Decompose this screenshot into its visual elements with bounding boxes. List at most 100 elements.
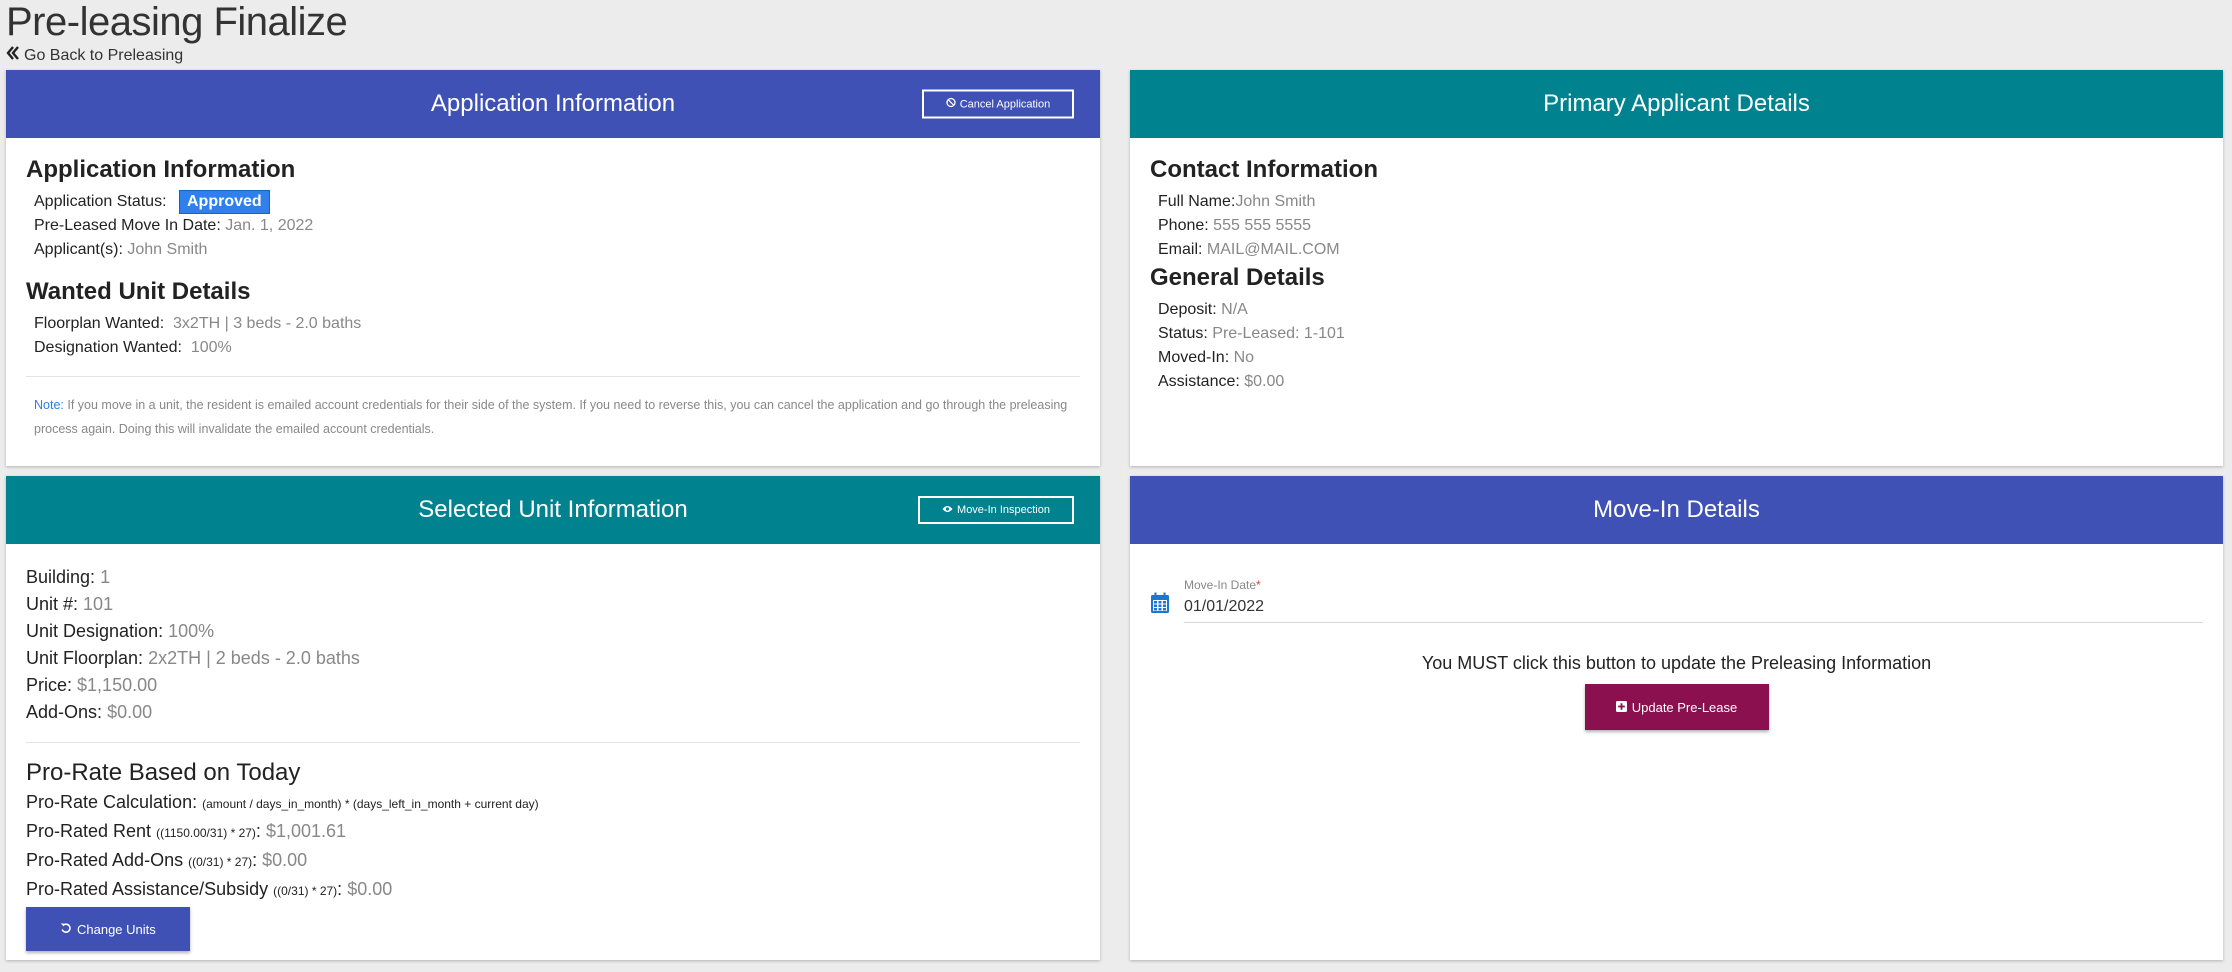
prorated-rent-value: $1,001.61 [265,821,347,841]
prorated-rent-formula: ((1150.00/31) * 27) [156,826,256,840]
unit-number-row: Unit #: 101 [26,591,1080,618]
movein-date-input[interactable] [1184,592,2203,616]
unit-card: Selected Unit Information Move-In Inspec… [6,476,1100,960]
applicants-label: Applicant(s): [34,241,123,258]
phone-value: 555 555 5555 [1213,217,1312,234]
deposit-row: Deposit: N/A [1150,298,2203,322]
prorated-addons-value: $0.00 [262,850,308,870]
prorated-rent-row: Pro-Rated Rent ((1150.00/31) * 27): $1,0… [26,821,347,841]
deposit-label: Deposit: [1158,301,1217,318]
deposit-value: N/A [1221,301,1248,318]
movein-card-title: Move-In Details [1593,496,1760,523]
required-marker: * [1256,578,1261,592]
applicants-value: John Smith [127,241,208,258]
wanted-unit-title: Wanted Unit Details [26,278,251,305]
prorated-rent-label: Pro-Rated Rent [26,821,152,841]
note: Note: If you move in a unit, the residen… [26,393,1080,441]
applicant-card-body: Contact Information Full Name:John Smith… [1130,138,2223,412]
assistance-label: Assistance: [1158,373,1240,390]
movedin-value: No [1233,349,1255,366]
movein-card: Move-In Details Move-In Date* 01/01/2022… [1130,476,2223,960]
prorated-assistance-label: Pro-Rated Assistance/Subsidy [26,879,269,899]
page-title: Pre-leasing Finalize [6,0,348,44]
update-pre-lease-button[interactable]: Update Pre-Lease [1584,684,1769,730]
back-link-label: Go Back to Preleasing [24,46,184,64]
applicant-card: Primary Applicant Details Contact Inform… [1130,70,2223,466]
application-card-title: Application Information [430,90,676,117]
update-button-wrap: Update Pre-Lease [1150,684,2203,730]
prorated-assistance-row: Pro-Rated Assistance/Subsidy ((0/31) * 2… [26,879,393,899]
general-details-title: General Details [1150,264,1325,291]
move-in-inspection-button[interactable]: Move-In Inspection [918,496,1074,524]
update-instruction: You MUST click this button to update the… [1421,653,1932,673]
prorate-calc-row: Pro-Rate Calculation: (amount / days_in_… [26,789,1080,818]
unit-floorplan-label: Unit Floorplan: [26,648,144,668]
application-status-row: Application Status: Approved [26,190,1080,214]
phone-row: Phone: 555 555 5555 [1150,214,2203,238]
undo-icon [60,922,72,937]
applicant-card-header: Primary Applicant Details [1130,70,2223,138]
assistance-row: Assistance: $0.00 [1150,370,2203,394]
fullname-value: John Smith [1235,193,1316,210]
unit-card-header: Selected Unit Information Move-In Inspec… [6,476,1100,544]
change-units-button[interactable]: Change Units [26,907,190,951]
prorated-addons-label: Pro-Rated Add-Ons [26,850,184,870]
lease-status-label: Status: [1158,325,1208,342]
application-card-body: Application Information Application Stat… [6,138,1100,459]
movein-card-header: Move-In Details [1130,476,2223,544]
unit-floorplan-row: Unit Floorplan: 2x2TH | 2 beds - 2.0 bat… [26,645,1080,672]
unit-floorplan-value: 2x2TH | 2 beds - 2.0 baths [148,648,360,668]
movein-date-row: Pre-Leased Move In Date: Jan. 1, 2022 [26,214,1080,238]
floorplan-wanted-row: Floorplan Wanted: 3x2TH | 3 beds - 2.0 b… [26,312,1080,336]
unit-card-title: Selected Unit Information [418,496,688,523]
calendar-icon[interactable] [1150,592,1170,619]
back-link[interactable]: Go Back to Preleasing [6,46,183,65]
movein-date-label: Move-In Date* [1184,578,2203,592]
prorated-addons-formula: ((0/31) * 27) [188,855,253,869]
unit-card-body: Building: 1 Unit #: 101 Unit Designation… [6,544,1100,960]
movein-date-field: Move-In Date* [1184,578,2203,623]
floorplan-wanted-value: 3x2TH | 3 beds - 2.0 baths [173,315,362,332]
price-row: Price: $1,150.00 [26,672,1080,699]
divider [26,376,1080,377]
assistance-value: $0.00 [1244,373,1285,390]
lease-status-value: Pre-Leased: 1-101 [1212,325,1345,342]
unit-number-label: Unit #: [26,594,79,614]
movein-card-body: Move-In Date* You MUST click this button… [1130,544,2223,748]
ban-icon [946,97,956,111]
unit-number-value: 101 [83,594,114,614]
floorplan-wanted-label: Floorplan Wanted: [34,315,165,332]
application-card-header: Application Information Cancel Applicati… [6,70,1100,138]
addons-label: Add-Ons: [26,702,103,722]
movein-date-field-group: Move-In Date* [1150,578,2203,623]
status-badge: Approved [178,190,270,214]
movein-date-value: Jan. 1, 2022 [225,217,314,234]
prorated-assistance-formula: ((0/31) * 27) [273,884,338,898]
building-row: Building: 1 [26,564,1080,591]
price-label: Price: [26,675,73,695]
note-text: If you move in a unit, the resident is e… [34,398,1068,436]
designation-wanted-label: Designation Wanted: [34,339,182,356]
movein-date-label: Pre-Leased Move In Date: [34,217,221,234]
email-row: Email: MAIL@MAIL.COM [1150,238,2203,262]
addons-row: Add-Ons: $0.00 [26,699,1080,726]
building-value: 1 [100,567,111,587]
prorate-title: Pro-Rate Based on Today [26,759,301,786]
unit-designation-row: Unit Designation: 100% [26,618,1080,645]
plus-square-icon [1615,700,1627,715]
note-label: Note: [34,398,64,412]
prorate-calc-formula: (amount / days_in_month) * (days_left_in… [202,797,539,811]
lease-status-row: Status: Pre-Leased: 1-101 [1150,322,2203,346]
unit-designation-label: Unit Designation: [26,621,164,641]
movedin-label: Moved-In: [1158,349,1230,366]
prorated-assistance-value: $0.00 [347,879,393,899]
designation-wanted-row: Designation Wanted: 100% [26,336,1080,360]
contact-info-title: Contact Information [1150,156,1378,183]
phone-label: Phone: [1158,217,1209,234]
cancel-application-button[interactable]: Cancel Application [922,89,1074,119]
applicants-row: Applicant(s): John Smith [26,238,1080,262]
applicant-card-title: Primary Applicant Details [1543,90,1810,117]
building-label: Building: [26,567,96,587]
movein-date-label-text: Move-In Date [1184,578,1257,592]
change-units-label: Change Units [77,921,156,937]
